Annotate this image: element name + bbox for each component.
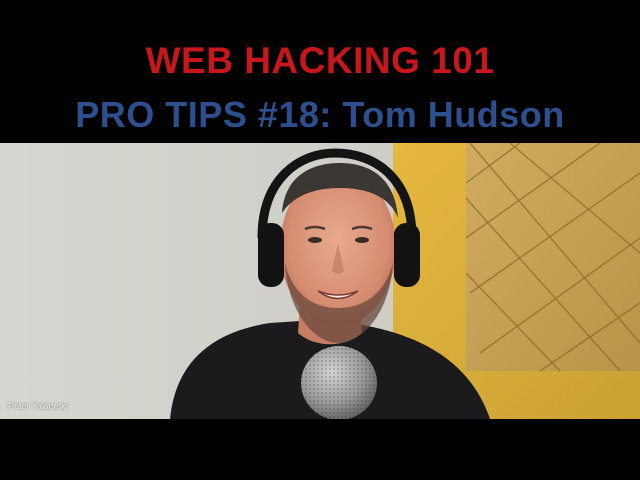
right-ear-cup <box>394 223 420 287</box>
webcam-scene <box>0 143 640 419</box>
acoustic-panel <box>465 143 640 372</box>
video-subtitle: PRO TIPS #18: Tom Hudson <box>75 94 565 135</box>
microphone-icon <box>301 346 377 419</box>
left-ear-cup <box>258 223 284 287</box>
right-eye <box>355 237 369 243</box>
participant-name-label: Peter Yaworski <box>8 401 68 411</box>
left-eye <box>308 237 322 243</box>
video-title: WEB HACKING 101 <box>145 40 495 81</box>
title-band: WEB HACKING 101 PRO TIPS #18: Tom Hudson <box>0 0 640 143</box>
video-frame <box>0 143 640 419</box>
bottom-letterbox <box>0 419 640 480</box>
